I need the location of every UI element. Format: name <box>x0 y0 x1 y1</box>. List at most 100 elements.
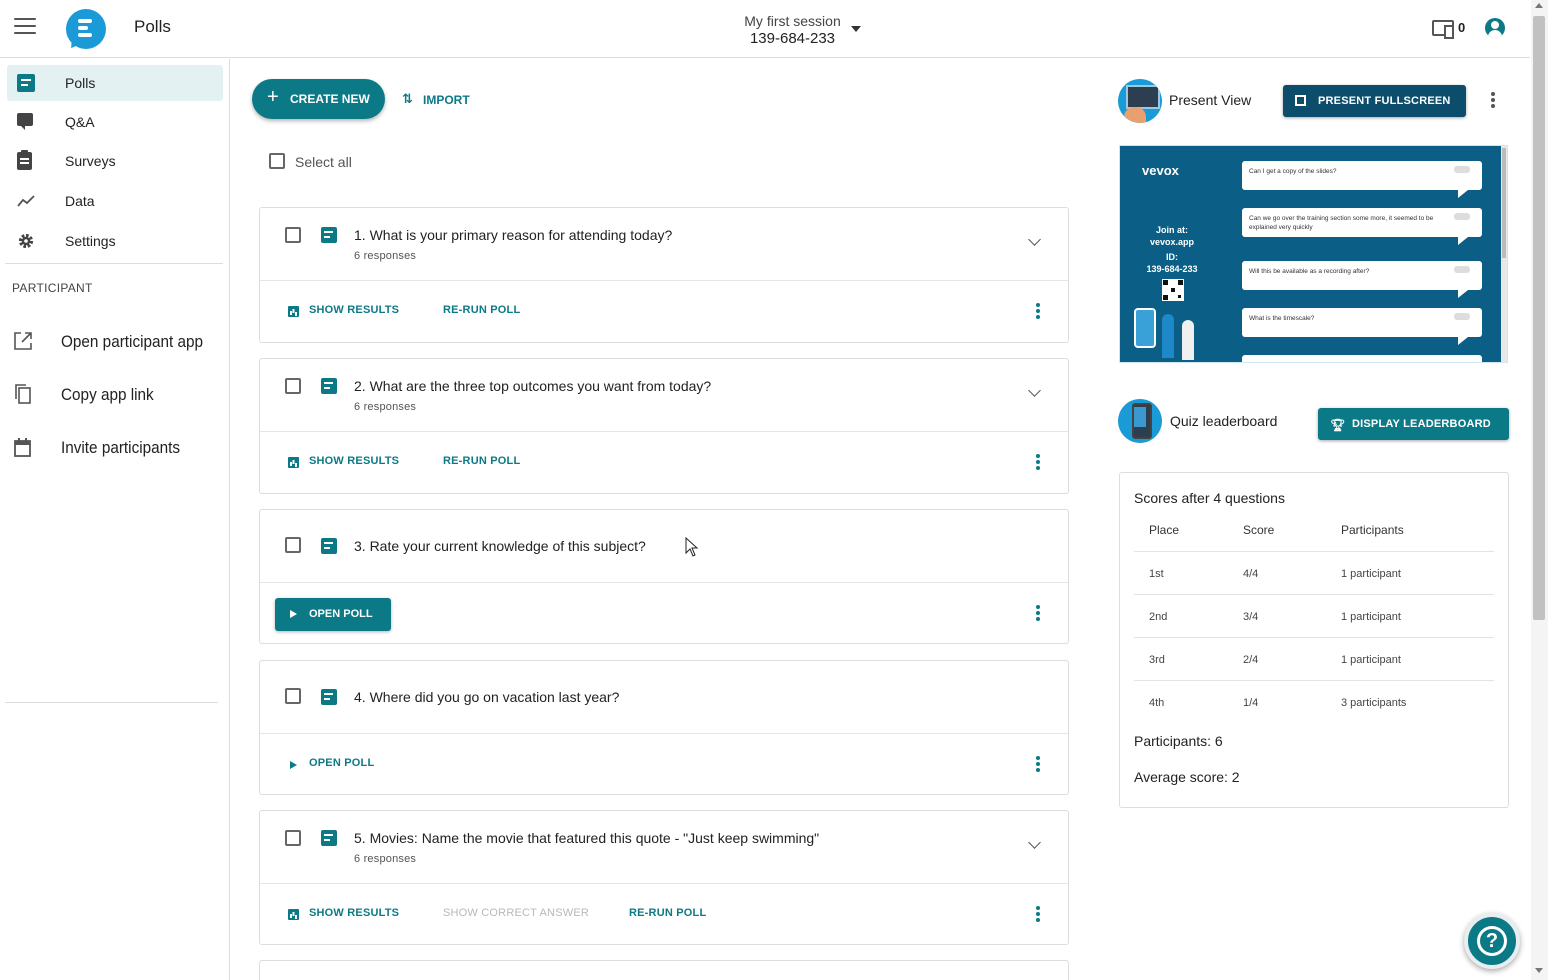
preview-people-illustration <box>1128 306 1208 362</box>
poll-checkbox[interactable] <box>285 378 301 394</box>
preview-join-label: Join at: <box>1155 225 1188 235</box>
poll-checkbox[interactable] <box>285 227 301 243</box>
poll-question: 4. Where did you go on vacation last yea… <box>354 689 620 705</box>
sidebar-item-qa[interactable]: Q&A <box>7 104 223 140</box>
poll-checkbox[interactable] <box>285 688 301 704</box>
poll-actions: SHOW RESULTS SHOW CORRECT ANSWER RE-RUN … <box>260 885 1068 945</box>
select-all-checkbox[interactable] <box>269 153 285 169</box>
show-results-button[interactable]: SHOW RESULTS <box>309 455 399 467</box>
account-icon[interactable] <box>1485 18 1505 38</box>
chevron-down-icon[interactable] <box>1028 233 1041 246</box>
page-scrollbar-thumb[interactable] <box>1533 16 1545 620</box>
preview-question-text: Can we go over the training section some… <box>1249 215 1434 231</box>
mouse-cursor-icon <box>685 536 699 557</box>
poll-icon <box>321 830 337 846</box>
more-vert-icon[interactable] <box>1036 906 1040 922</box>
more-vert-icon[interactable] <box>1036 605 1040 621</box>
copy-app-link[interactable]: Copy app link <box>12 380 222 410</box>
presentation-preview[interactable]: vevox Join at: vevox.app ID: 139-684-233… <box>1119 145 1508 363</box>
poll-card-header[interactable]: 2. What are the three top outcomes you w… <box>260 359 1068 432</box>
re-run-poll-button[interactable]: RE-RUN POLL <box>443 455 520 467</box>
row-score: 3/4 <box>1243 611 1259 623</box>
row-place: 1st <box>1149 568 1164 580</box>
present-fullscreen-button[interactable]: PRESENT FULLSCREEN <box>1283 85 1466 117</box>
sidebar-item-label: Q&A <box>65 114 95 130</box>
row-place: 2nd <box>1149 611 1168 623</box>
poll-card: 2. What are the three top outcomes you w… <box>259 358 1069 494</box>
present-fullscreen-label: PRESENT FULLSCREEN <box>1318 95 1451 107</box>
sidebar-item-data[interactable]: Data <box>7 183 223 219</box>
average-score-stat: Average score: 2 <box>1134 769 1240 785</box>
invite-participants-link[interactable]: Invite participants <box>12 433 222 463</box>
poll-icon <box>321 689 337 705</box>
menu-icon[interactable] <box>14 18 36 36</box>
poll-card: 1. What is your primary reason for atten… <box>259 207 1069 343</box>
show-correct-answer-button[interactable]: SHOW CORRECT ANSWER <box>443 907 589 919</box>
poll-card-header[interactable]: 4. Where did you go on vacation last yea… <box>260 661 1068 734</box>
devices-icon[interactable] <box>1432 20 1454 39</box>
column-header-place: Place <box>1149 523 1180 537</box>
poll-responses: 6 responses <box>354 853 417 865</box>
open-poll-button[interactable]: OPEN POLL <box>309 757 374 769</box>
poll-card-header[interactable]: 5. Movies: Name the movie that featured … <box>260 811 1068 884</box>
copy-icon <box>12 383 34 405</box>
table-row: 1st 4/4 1 participant <box>1134 551 1494 594</box>
help-button[interactable]: ? <box>1464 913 1520 969</box>
sidebar-item-polls[interactable]: Polls <box>7 65 223 101</box>
preview-brand: vevox <box>1142 163 1179 178</box>
bar-chart-icon <box>288 306 299 317</box>
import-button[interactable]: ⇅ IMPORT <box>400 91 480 109</box>
row-participants: 1 participant <box>1341 568 1401 580</box>
trophy-icon: 🏆︎ <box>1330 418 1346 432</box>
plus-icon: + <box>267 86 279 108</box>
poll-card <box>259 960 1069 980</box>
poll-card-header[interactable]: 3. Rate your current knowledge of this s… <box>260 510 1068 583</box>
more-vert-icon[interactable] <box>1036 303 1040 319</box>
poll-icon <box>17 74 35 92</box>
caret-down-icon[interactable] <box>851 26 861 32</box>
session-code: 139-684-233 <box>749 30 836 47</box>
row-score: 2/4 <box>1243 654 1259 666</box>
open-participant-app-link[interactable]: Open participant app <box>12 327 222 357</box>
sidebar-item-label: Data <box>65 193 95 209</box>
preview-join-url: vevox.app <box>1149 237 1195 247</box>
scroll-down-icon[interactable] <box>1535 968 1543 973</box>
clipboard-icon <box>17 150 32 170</box>
poll-checkbox[interactable] <box>285 830 301 846</box>
column-header-score: Score <box>1243 523 1275 537</box>
poll-actions: SHOW RESULTS RE-RUN POLL <box>260 433 1068 493</box>
poll-actions: OPEN POLL <box>260 584 1068 644</box>
sidebar-item-surveys[interactable]: Surveys <box>7 143 223 179</box>
preview-question-bubble <box>1242 355 1482 362</box>
poll-checkbox[interactable] <box>285 537 301 553</box>
create-new-label: CREATE NEW <box>290 92 370 106</box>
chevron-down-icon[interactable] <box>1028 836 1041 849</box>
create-new-button[interactable]: + CREATE NEW <box>252 79 385 119</box>
preview-scrollbar[interactable] <box>1501 146 1507 362</box>
re-run-poll-button[interactable]: RE-RUN POLL <box>629 907 706 919</box>
more-vert-icon[interactable] <box>1491 92 1495 108</box>
show-results-button[interactable]: SHOW RESULTS <box>309 907 399 919</box>
gear-icon <box>17 232 35 250</box>
calendar-icon <box>12 436 34 458</box>
poll-actions: OPEN POLL <box>260 735 1068 795</box>
participant-item-label: Invite participants <box>61 438 181 457</box>
poll-question: 5. Movies: Name the movie that featured … <box>354 830 820 846</box>
poll-card-header[interactable]: 1. What is your primary reason for atten… <box>260 208 1068 281</box>
sidebar-item-settings[interactable]: Settings <box>7 223 223 259</box>
quiz-leaderboard-title: Quiz leaderboard <box>1170 413 1278 429</box>
open-poll-button[interactable]: OPEN POLL <box>275 598 391 631</box>
row-score: 4/4 <box>1243 568 1259 580</box>
chevron-down-icon[interactable] <box>1028 384 1041 397</box>
thumbs-up-icon <box>1454 313 1470 320</box>
more-vert-icon[interactable] <box>1036 454 1040 470</box>
forum-icon <box>17 113 33 130</box>
re-run-poll-button[interactable]: RE-RUN POLL <box>443 304 520 316</box>
trend-icon <box>17 192 35 210</box>
scroll-up-icon[interactable] <box>1535 3 1543 8</box>
poll-icon <box>321 227 337 243</box>
session-selector[interactable]: My first session 139-684-233 <box>730 13 855 47</box>
show-results-button[interactable]: SHOW RESULTS <box>309 304 399 316</box>
display-leaderboard-button[interactable]: 🏆︎ DISPLAY LEADERBOARD <box>1318 408 1509 440</box>
more-vert-icon[interactable] <box>1036 756 1040 772</box>
